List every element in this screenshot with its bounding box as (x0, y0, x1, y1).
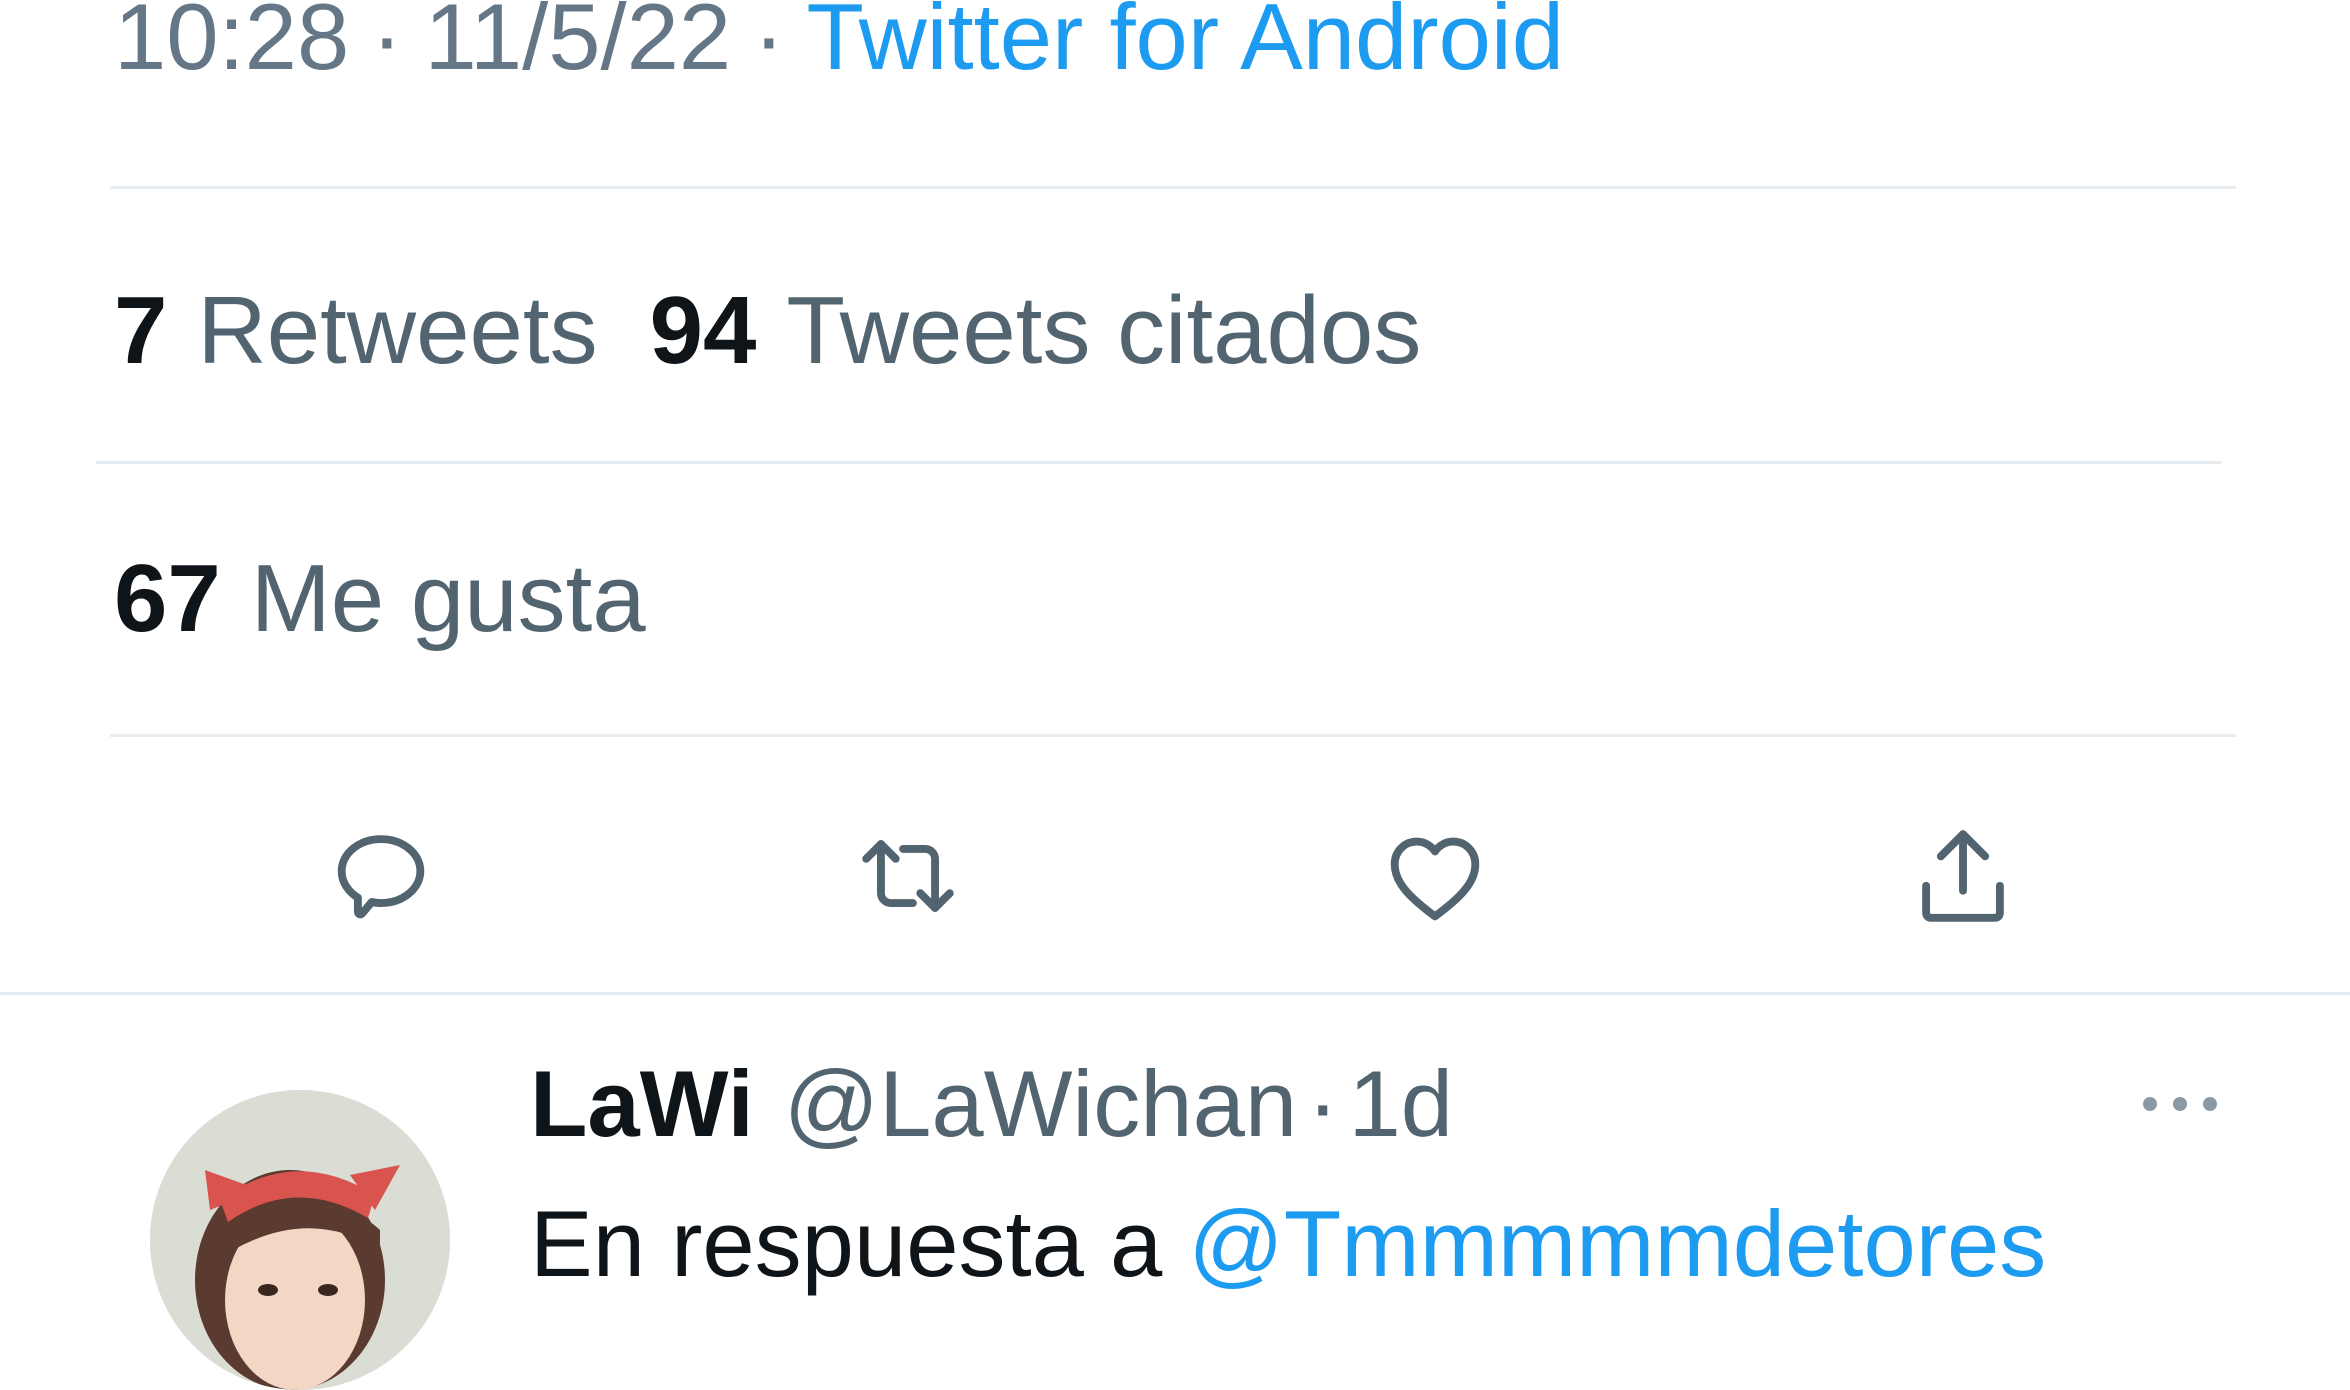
reply-context-mention[interactable]: @Tmmmmmdetores (1188, 1191, 2046, 1296)
tweet-action-bar (0, 808, 2350, 948)
divider (110, 734, 2236, 737)
reply-context-prefix: En respuesta a (530, 1191, 1163, 1296)
reply-separator: · (1307, 1051, 1339, 1156)
avatar[interactable] (150, 1090, 450, 1390)
like-icon (1376, 817, 1494, 940)
meta-separator: · (753, 0, 785, 89)
divider (96, 461, 2222, 464)
reply-icon (322, 817, 440, 940)
retweets-label[interactable]: Retweets (197, 276, 597, 386)
quote-tweets-label[interactable]: Tweets citados (786, 276, 1421, 386)
more-icon (2143, 1097, 2217, 1111)
reply-handle[interactable]: @LaWichan (784, 1050, 1297, 1158)
likes-stats-row: 67 Me gusta (114, 544, 646, 654)
likes-count[interactable]: 67 (114, 544, 221, 654)
tweet-time: 10:28 (114, 0, 350, 89)
retweets-count[interactable]: 7 (114, 276, 167, 386)
meta-separator: · (371, 0, 403, 89)
reply-button[interactable] (311, 808, 451, 948)
avatar-illustration (150, 1090, 450, 1390)
divider (110, 186, 2236, 189)
reply-timestamp[interactable]: 1d (1348, 1050, 1453, 1158)
share-icon (1904, 817, 2022, 940)
tweet-metadata: 10:28 · 11/5/22 · Twitter for Android (114, 0, 1564, 92)
tweet-date: 11/5/22 (424, 0, 732, 89)
reply-display-name[interactable]: LaWi (530, 1050, 754, 1158)
likes-label[interactable]: Me gusta (251, 544, 646, 654)
reply-tweet[interactable]: LaWi @LaWichan · 1d En respuesta a @Tmmm… (0, 994, 2350, 1390)
reply-context: En respuesta a @Tmmmmmdetores (530, 1190, 2046, 1298)
retweet-button[interactable] (838, 808, 978, 948)
quote-tweets-count[interactable]: 94 (650, 276, 757, 386)
tweet-source-link[interactable]: Twitter for Android (807, 0, 1565, 91)
retweet-stats-row: 7 Retweets 94 Tweets citados (114, 276, 1421, 386)
more-options-button[interactable] (2130, 1084, 2230, 1124)
like-button[interactable] (1365, 808, 1505, 948)
reply-header: LaWi @LaWichan · 1d (530, 1050, 1453, 1158)
retweet-icon (849, 817, 967, 940)
share-button[interactable] (1893, 808, 2033, 948)
